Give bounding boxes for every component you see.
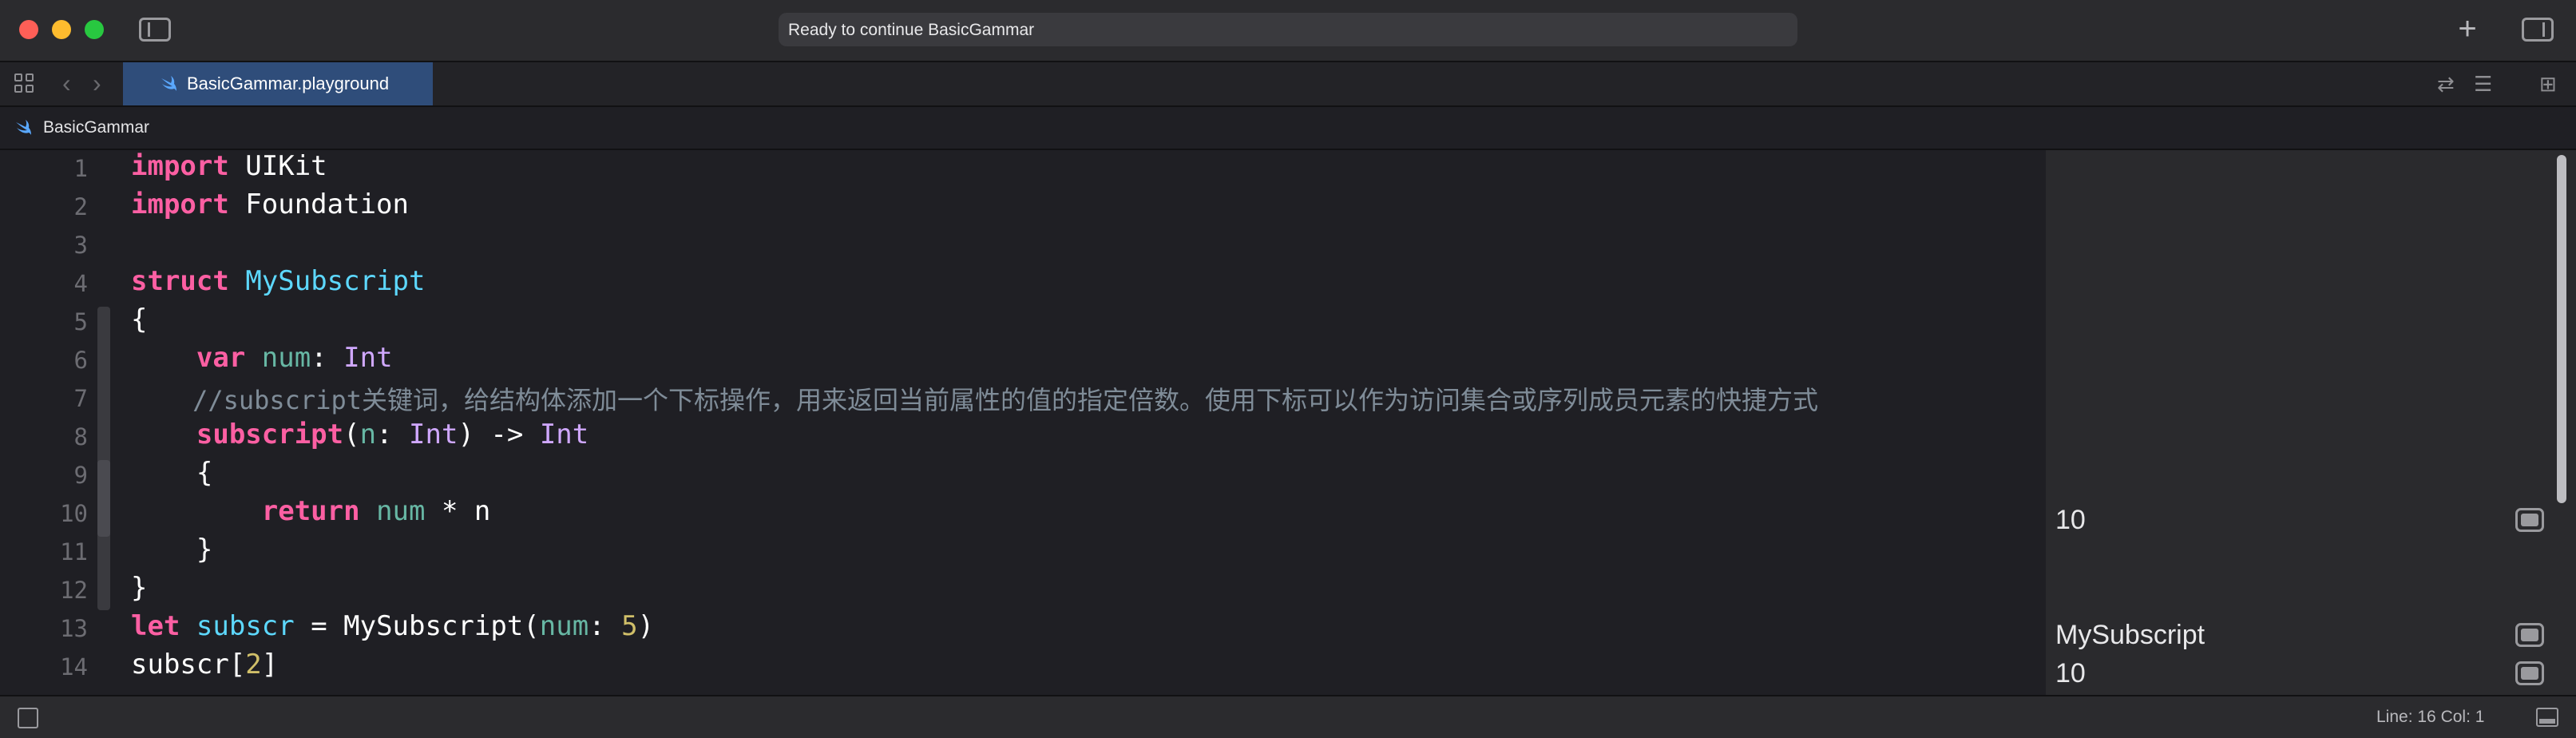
tab-basicgammar-playground[interactable]: BasicGammar.playground xyxy=(123,62,433,105)
breadcrumb-file[interactable]: BasicGammar xyxy=(43,118,149,137)
code-folding-ribbon[interactable] xyxy=(97,460,110,537)
activity-view: Ready to continue BasicGammar xyxy=(779,13,1797,46)
code-line: struct MySubscript xyxy=(131,265,426,297)
result-value: 10 xyxy=(2055,505,2086,535)
jump-bar: BasicGammar xyxy=(0,107,2576,150)
forward-chevron-icon[interactable]: › xyxy=(93,69,101,97)
code-line: } xyxy=(131,534,213,565)
vertical-scrollbar[interactable] xyxy=(2557,155,2566,503)
playground-results-sidebar: 10 MySubscript 10 xyxy=(2046,150,2576,695)
status-bar: Line: 16 Col: 1 xyxy=(0,695,2576,738)
code-folding-ribbon[interactable] xyxy=(97,307,110,610)
code-line: var num: Int xyxy=(196,342,393,374)
result-value: MySubscript xyxy=(2055,620,2205,650)
window-close-icon[interactable] xyxy=(19,20,38,39)
cursor-position: Line: 16 Col: 1 xyxy=(2376,708,2485,726)
navigator-toggle-icon[interactable] xyxy=(139,18,171,42)
swift-icon xyxy=(161,76,176,91)
result-row-line-14: 10 xyxy=(2055,658,2566,690)
console-toggle-icon[interactable] xyxy=(2536,708,2558,727)
code-line: return num * n xyxy=(261,495,491,527)
code-line: } xyxy=(131,572,148,604)
back-chevron-icon[interactable]: ‹ xyxy=(62,69,71,97)
quicklook-icon[interactable] xyxy=(2515,661,2544,685)
line-number: 9 xyxy=(73,462,88,489)
swap-arrows-icon[interactable]: ⇄ xyxy=(2437,72,2455,96)
add-editor-icon[interactable]: ⊞ xyxy=(2539,72,2557,96)
line-number: 3 xyxy=(73,232,88,259)
line-number: 7 xyxy=(73,385,88,412)
line-number: 6 xyxy=(73,347,88,374)
code-line: let subscr = MySubscript(num: 5) xyxy=(131,610,655,642)
result-row-line-10: 10 xyxy=(2055,505,2566,537)
window-titlebar: Ready to continue BasicGammar + xyxy=(0,0,2576,62)
result-row-line-13: MySubscript xyxy=(2055,620,2566,652)
line-number: 4 xyxy=(73,270,88,297)
adjust-editor-icon[interactable]: ☰ xyxy=(2474,72,2492,96)
code-line: import Foundation xyxy=(131,188,409,220)
line-number: 8 xyxy=(73,423,88,450)
code-line: //subscript关键词，给结构体添加一个下标操作，用来返回当前属性的值的指… xyxy=(192,385,1818,415)
code-line: { xyxy=(131,457,213,489)
code-line: import UIKit xyxy=(131,150,327,182)
source-editor[interactable]: 1 2 3 4 5 6 7 8 9 10 11 12 13 14 import … xyxy=(0,150,2046,695)
tab-label: BasicGammar.playground xyxy=(187,73,390,93)
line-number: 1 xyxy=(73,155,88,182)
library-plus-icon[interactable]: + xyxy=(2450,11,2485,46)
inspector-toggle-icon[interactable] xyxy=(2522,18,2554,42)
result-value: 10 xyxy=(2055,658,2086,688)
window-minimize-icon[interactable] xyxy=(52,20,71,39)
line-number: 10 xyxy=(60,500,88,527)
quicklook-icon[interactable] xyxy=(2515,508,2544,532)
line-number: 5 xyxy=(73,308,88,335)
related-items-grid-icon[interactable] xyxy=(14,73,35,94)
swift-icon xyxy=(16,120,31,135)
activity-status-text: Ready to continue BasicGammar xyxy=(788,21,1035,39)
debug-area-toggle-icon[interactable] xyxy=(18,708,38,728)
line-number: 13 xyxy=(60,615,88,642)
line-number: 14 xyxy=(60,653,88,680)
line-number: 2 xyxy=(73,193,88,220)
line-number: 11 xyxy=(60,538,88,565)
window-maximize-icon[interactable] xyxy=(85,20,104,39)
code-line: subscr[2] xyxy=(131,649,279,680)
code-line: subscript(n: Int) -> Int xyxy=(196,419,589,450)
line-number: 12 xyxy=(60,577,88,604)
quicklook-icon[interactable] xyxy=(2515,623,2544,647)
tab-bar: ‹ › BasicGammar.playground ⇄ ☰ ⊞ xyxy=(0,62,2576,107)
code-line: { xyxy=(131,304,148,335)
